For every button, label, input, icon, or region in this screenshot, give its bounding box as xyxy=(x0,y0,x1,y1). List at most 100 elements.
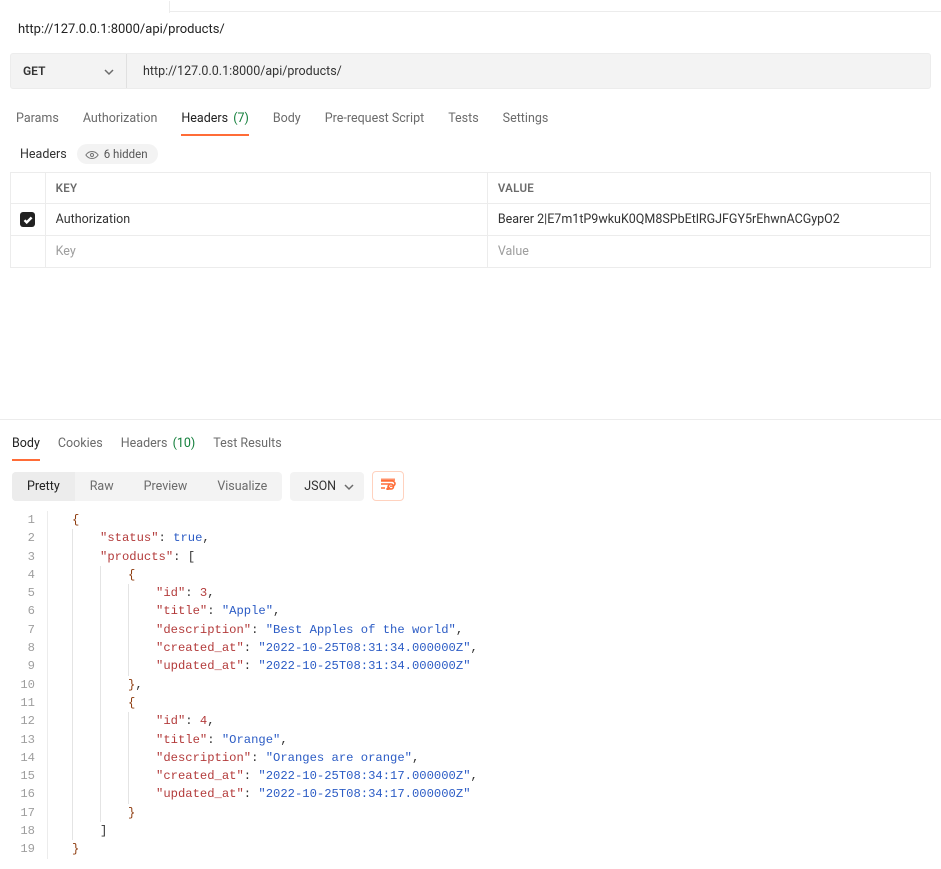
gutter-number: 10 xyxy=(0,676,48,694)
json-line[interactable]: 12"id": 4, xyxy=(0,712,941,730)
resp-headers-label: Headers xyxy=(121,436,168,451)
view-visualize[interactable]: Visualize xyxy=(202,472,282,501)
head-key: KEY xyxy=(46,173,488,203)
code-cell[interactable]: "products": [ xyxy=(48,548,195,566)
json-line[interactable]: 13"title": "Orange", xyxy=(0,731,941,749)
view-raw[interactable]: Raw xyxy=(75,472,129,501)
code-cell[interactable]: "created_at": "2022-10-25T08:34:17.00000… xyxy=(48,767,478,785)
json-line[interactable]: 10}, xyxy=(0,676,941,694)
gutter-number: 6 xyxy=(0,602,48,620)
row-check-cell[interactable] xyxy=(11,204,46,235)
json-line[interactable]: 1{ xyxy=(0,511,941,529)
tab-authorization[interactable]: Authorization xyxy=(83,103,158,136)
placeholder-key[interactable]: Key xyxy=(46,236,488,267)
gutter-number: 11 xyxy=(0,694,48,712)
json-line[interactable]: 15"created_at": "2022-10-25T08:34:17.000… xyxy=(0,767,941,785)
json-line[interactable]: 18] xyxy=(0,822,941,840)
chevron-down-icon xyxy=(104,66,114,76)
format-label: JSON xyxy=(304,479,336,494)
active-tab-stub[interactable] xyxy=(0,1,170,13)
row-check-cell xyxy=(11,236,46,267)
resp-tab-body[interactable]: Body xyxy=(12,430,40,461)
code-cell[interactable]: "description": "Best Apples of the world… xyxy=(48,621,463,639)
gutter-number: 7 xyxy=(0,621,48,639)
tab-headers-count: (7) xyxy=(233,111,249,126)
code-cell[interactable]: "description": "Oranges are orange", xyxy=(48,749,419,767)
json-line[interactable]: 11{ xyxy=(0,694,941,712)
url-input[interactable] xyxy=(127,54,930,88)
row-key[interactable]: Authorization xyxy=(46,204,488,235)
response-tabs: Body Cookies Headers (10) Test Results xyxy=(0,420,941,461)
resp-tab-cookies[interactable]: Cookies xyxy=(58,430,103,461)
tab-headers[interactable]: Headers (7) xyxy=(181,103,248,136)
hidden-headers-toggle[interactable]: 6 hidden xyxy=(77,144,158,164)
checkbox-checked-icon[interactable] xyxy=(20,212,35,227)
request-title: http://127.0.0.1:8000/api/products/ xyxy=(0,12,941,53)
code-cell[interactable]: { xyxy=(48,694,135,712)
tab-body[interactable]: Body xyxy=(273,103,301,136)
view-mode-group: Pretty Raw Preview Visualize xyxy=(12,472,282,501)
gutter-number: 4 xyxy=(0,566,48,584)
tab-tests[interactable]: Tests xyxy=(448,103,478,136)
placeholder-value[interactable]: Value xyxy=(488,236,930,267)
gutter-number: 2 xyxy=(0,529,48,547)
json-body[interactable]: 1{2"status": true,3"products": [4{5"id":… xyxy=(0,507,941,869)
json-line[interactable]: 8"created_at": "2022-10-25T08:31:34.0000… xyxy=(0,639,941,657)
code-cell[interactable]: { xyxy=(48,566,135,584)
tab-settings[interactable]: Settings xyxy=(503,103,549,136)
json-line[interactable]: 19} xyxy=(0,840,941,858)
view-pretty[interactable]: Pretty xyxy=(12,472,75,501)
code-cell[interactable]: "status": true, xyxy=(48,529,210,547)
tab-prerequest[interactable]: Pre-request Script xyxy=(325,103,424,136)
gutter-number: 15 xyxy=(0,767,48,785)
row-value[interactable]: Bearer 2|E7m1tP9wkuK0QM8SPbEtlRGJFGY5rEh… xyxy=(488,204,930,235)
eye-icon xyxy=(85,149,99,159)
resp-tab-headers[interactable]: Headers (10) xyxy=(121,430,196,461)
tab-headers-label: Headers xyxy=(181,111,228,126)
table-row[interactable]: Authorization Bearer 2|E7m1tP9wkuK0QM8SP… xyxy=(10,204,931,236)
tab-bar xyxy=(0,0,941,12)
gutter-number: 18 xyxy=(0,822,48,840)
json-line[interactable]: 9"updated_at": "2022-10-25T08:31:34.0000… xyxy=(0,657,941,675)
method-select[interactable]: GET xyxy=(11,54,127,88)
head-value: VALUE xyxy=(488,173,930,203)
gutter-number: 8 xyxy=(0,639,48,657)
code-cell[interactable]: } xyxy=(48,840,79,858)
table-row-placeholder[interactable]: Key Value xyxy=(10,236,931,268)
gutter-number: 14 xyxy=(0,749,48,767)
tab-params[interactable]: Params xyxy=(16,103,59,136)
headers-subbar: Headers 6 hidden xyxy=(0,136,941,172)
json-line[interactable]: 5"id": 3, xyxy=(0,584,941,602)
code-cell[interactable]: { xyxy=(48,511,79,529)
code-cell[interactable]: "id": 4, xyxy=(48,712,215,730)
json-line[interactable]: 2"status": true, xyxy=(0,529,941,547)
resp-headers-count: (10) xyxy=(173,436,196,451)
chevron-down-icon xyxy=(344,481,354,491)
gutter-number: 17 xyxy=(0,804,48,822)
code-cell[interactable]: } xyxy=(48,804,135,822)
code-cell[interactable]: "id": 3, xyxy=(48,584,215,602)
json-line[interactable]: 4{ xyxy=(0,566,941,584)
code-cell[interactable]: "created_at": "2022-10-25T08:31:34.00000… xyxy=(48,639,478,657)
json-line[interactable]: 3"products": [ xyxy=(0,548,941,566)
json-line[interactable]: 6"title": "Apple", xyxy=(0,602,941,620)
json-line[interactable]: 14"description": "Oranges are orange", xyxy=(0,749,941,767)
table-head: KEY VALUE xyxy=(10,173,931,204)
spacer xyxy=(0,268,941,418)
json-line[interactable]: 16"updated_at": "2022-10-25T08:34:17.000… xyxy=(0,785,941,803)
json-line[interactable]: 7"description": "Best Apples of the worl… xyxy=(0,621,941,639)
wrap-lines-button[interactable] xyxy=(372,471,404,501)
code-cell[interactable]: "updated_at": "2022-10-25T08:34:17.00000… xyxy=(48,785,471,803)
code-cell[interactable]: }, xyxy=(48,676,143,694)
code-cell[interactable]: "title": "Apple", xyxy=(48,602,280,620)
view-preview[interactable]: Preview xyxy=(129,472,203,501)
code-cell[interactable]: "title": "Orange", xyxy=(48,731,288,749)
code-cell[interactable]: "updated_at": "2022-10-25T08:31:34.00000… xyxy=(48,657,471,675)
resp-tab-testresults[interactable]: Test Results xyxy=(213,430,281,461)
headers-table: KEY VALUE Authorization Bearer 2|E7m1tP9… xyxy=(10,172,931,268)
json-line[interactable]: 17} xyxy=(0,804,941,822)
request-tabs: Params Authorization Headers (7) Body Pr… xyxy=(0,99,941,136)
wrap-icon xyxy=(380,478,396,494)
format-select[interactable]: JSON xyxy=(290,472,364,501)
code-cell[interactable]: ] xyxy=(48,822,107,840)
